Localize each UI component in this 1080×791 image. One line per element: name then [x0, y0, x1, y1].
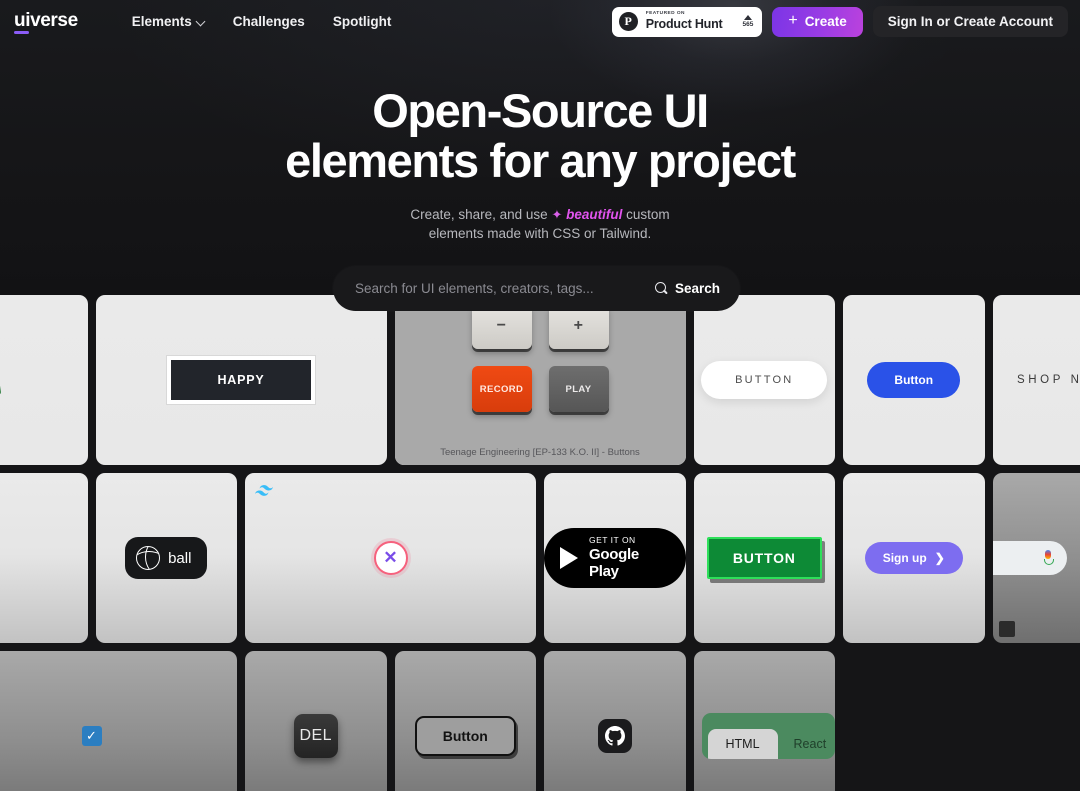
create-button-label: Create	[804, 14, 847, 29]
sign-up-button[interactable]: Sign up ❯	[864, 542, 963, 574]
te-caption: Teenage Engineering [EP-133 K.O. II] - B…	[440, 446, 640, 458]
hero-title-line-2: elements for any project	[285, 133, 796, 187]
search-button-label: Search	[674, 281, 720, 296]
uiverse-logo[interactable]: ui verse	[14, 9, 78, 34]
card-google-search[interactable]: Google	[992, 473, 1080, 643]
page-title: Open-Source UI elements for any project	[0, 86, 1080, 186]
product-hunt-badge[interactable]: P FEATURED ON Product Hunt 565	[611, 6, 763, 37]
card-github-button[interactable]	[544, 651, 686, 791]
hero-sub-highlight: beautiful	[566, 206, 623, 222]
google-play-button[interactable]: GET IT ON Google Play	[544, 527, 686, 589]
del-key-button[interactable]: DEL	[293, 714, 338, 758]
nav-item-elements[interactable]: Elements	[132, 14, 205, 29]
google-play-name: Google Play	[589, 545, 639, 580]
hero-section: Open-Source UI elements for any project …	[0, 86, 1080, 243]
hero-title-line-1: Open-Source UI	[372, 84, 709, 137]
tailwind-icon	[255, 485, 273, 496]
google-play-top-label: GET IT ON	[589, 534, 636, 545]
logo-verse-text: verse	[30, 9, 78, 31]
search-input[interactable]	[355, 281, 653, 296]
dark-square-decoration	[998, 621, 1015, 637]
nav-item-challenges-label: Challenges	[232, 14, 305, 29]
card-blue-pill-button[interactable]: Button	[843, 295, 985, 465]
hero-sub-line-2: elements made with CSS or Tailwind.	[428, 226, 652, 242]
google-play-text: GET IT ON Google Play	[589, 534, 664, 580]
tab-react[interactable]: React	[778, 729, 835, 759]
sign-in-button[interactable]: Sign In or Create Account	[872, 6, 1068, 37]
nav-item-spotlight-label: Spotlight	[332, 14, 392, 29]
shop-now-label[interactable]: SHOP NOW	[1017, 374, 1080, 386]
chevron-right-icon: ❯	[934, 551, 945, 565]
te-key-grid: − + RECORD PLAY	[471, 303, 609, 412]
logo-ui-text: ui	[14, 9, 31, 34]
card-sign-up[interactable]: Sign up ❯	[843, 473, 985, 643]
card-outlined-button[interactable]: Button	[394, 651, 536, 791]
nav-links: Elements Challenges Spotlight	[132, 14, 392, 29]
nav-item-spotlight[interactable]: Spotlight	[333, 14, 391, 29]
nav-item-challenges[interactable]: Challenges	[233, 14, 305, 29]
sign-up-label: Sign up	[882, 551, 927, 565]
search-bar: Search	[333, 266, 740, 311]
github-button[interactable]	[597, 719, 632, 753]
hero-subtitle: Create, share, and use ✦ beautiful custo…	[0, 205, 1080, 244]
card-teenage-engineering[interactable]: − + RECORD PLAY Teenage Engineering [EP-…	[394, 295, 686, 465]
card-happy-button[interactable]: HAPPY	[95, 295, 387, 465]
dribbble-icon	[136, 546, 161, 570]
outlined-button[interactable]: Button	[414, 716, 516, 756]
hero-sub-before: Create, share, and use	[410, 206, 548, 222]
tailwind-logo-svg	[255, 485, 273, 496]
product-hunt-count: 565	[742, 20, 754, 28]
card-tailwind-close[interactable]: ✕	[245, 473, 536, 643]
google-play-icon	[560, 546, 578, 569]
page-root: ui verse Elements Challenges Spotlight P …	[0, 0, 1080, 791]
card-circle-outline[interactable]	[0, 473, 88, 643]
product-hunt-upvote[interactable]: 565	[742, 14, 754, 29]
green-button[interactable]: BUTTON	[706, 537, 822, 579]
card-checkbox[interactable]: ✓	[0, 651, 237, 791]
nav-item-elements-label: Elements	[131, 14, 192, 29]
checkbox-checked[interactable]: ✓	[81, 726, 102, 746]
happy-button[interactable]: HAPPY	[167, 356, 315, 404]
card-white-pill-button[interactable]: BUTTON	[693, 295, 835, 465]
blue-pill-button[interactable]: Button	[867, 362, 961, 398]
product-hunt-featured-label: FEATURED ON	[645, 11, 685, 17]
elements-grid: BUTTON HAPPY − + RECORD PLAY Teenage Eng…	[0, 295, 1080, 791]
hero-sub-after: custom	[626, 206, 670, 222]
dribbble-ball-button[interactable]: ball	[125, 537, 208, 579]
card-google-play[interactable]: GET IT ON Google Play	[544, 473, 686, 643]
card-green-button[interactable]: BUTTON	[693, 473, 835, 643]
te-play-key[interactable]: PLAY	[548, 366, 609, 412]
google-search-bar[interactable]: Google	[992, 541, 1067, 575]
card-green-3d-button[interactable]: BUTTON	[0, 295, 88, 465]
chevron-down-icon	[197, 17, 205, 25]
sparkle-icon: ✦	[551, 206, 563, 222]
card-shop-now[interactable]: SHOP NOW	[992, 295, 1080, 465]
close-icon-button[interactable]: ✕	[373, 541, 408, 575]
white-pill-button[interactable]: BUTTON	[701, 361, 828, 399]
dribbble-ball-label: ball	[168, 549, 192, 567]
github-icon	[604, 726, 625, 746]
tab-html[interactable]: HTML	[707, 729, 778, 759]
upvote-arrow-icon	[743, 14, 752, 20]
product-hunt-icon: P	[618, 12, 638, 31]
product-hunt-name: Product Hunt	[645, 17, 723, 32]
create-button[interactable]: + Create	[772, 6, 863, 37]
code-tabs: HTML React	[701, 713, 835, 759]
card-del-key[interactable]: DEL	[245, 651, 387, 791]
te-record-key[interactable]: RECORD	[471, 366, 532, 412]
card-dribbble-ball[interactable]: ball	[95, 473, 237, 643]
card-html-react-tabs[interactable]: HTML React	[693, 651, 835, 791]
nav-right-actions: P FEATURED ON Product Hunt 565 + Create …	[611, 6, 1068, 37]
product-hunt-text: FEATURED ON Product Hunt	[645, 11, 723, 32]
search-button[interactable]: Search	[653, 281, 722, 296]
search-icon	[654, 282, 668, 295]
top-navigation-bar: ui verse Elements Challenges Spotlight P …	[0, 0, 1080, 43]
plus-icon: +	[788, 11, 798, 29]
green-3d-button-side	[0, 380, 1, 426]
teenage-engineering-panel: − + RECORD PLAY Teenage Engineering [EP-…	[394, 295, 686, 465]
microphone-icon[interactable]	[1043, 550, 1054, 566]
